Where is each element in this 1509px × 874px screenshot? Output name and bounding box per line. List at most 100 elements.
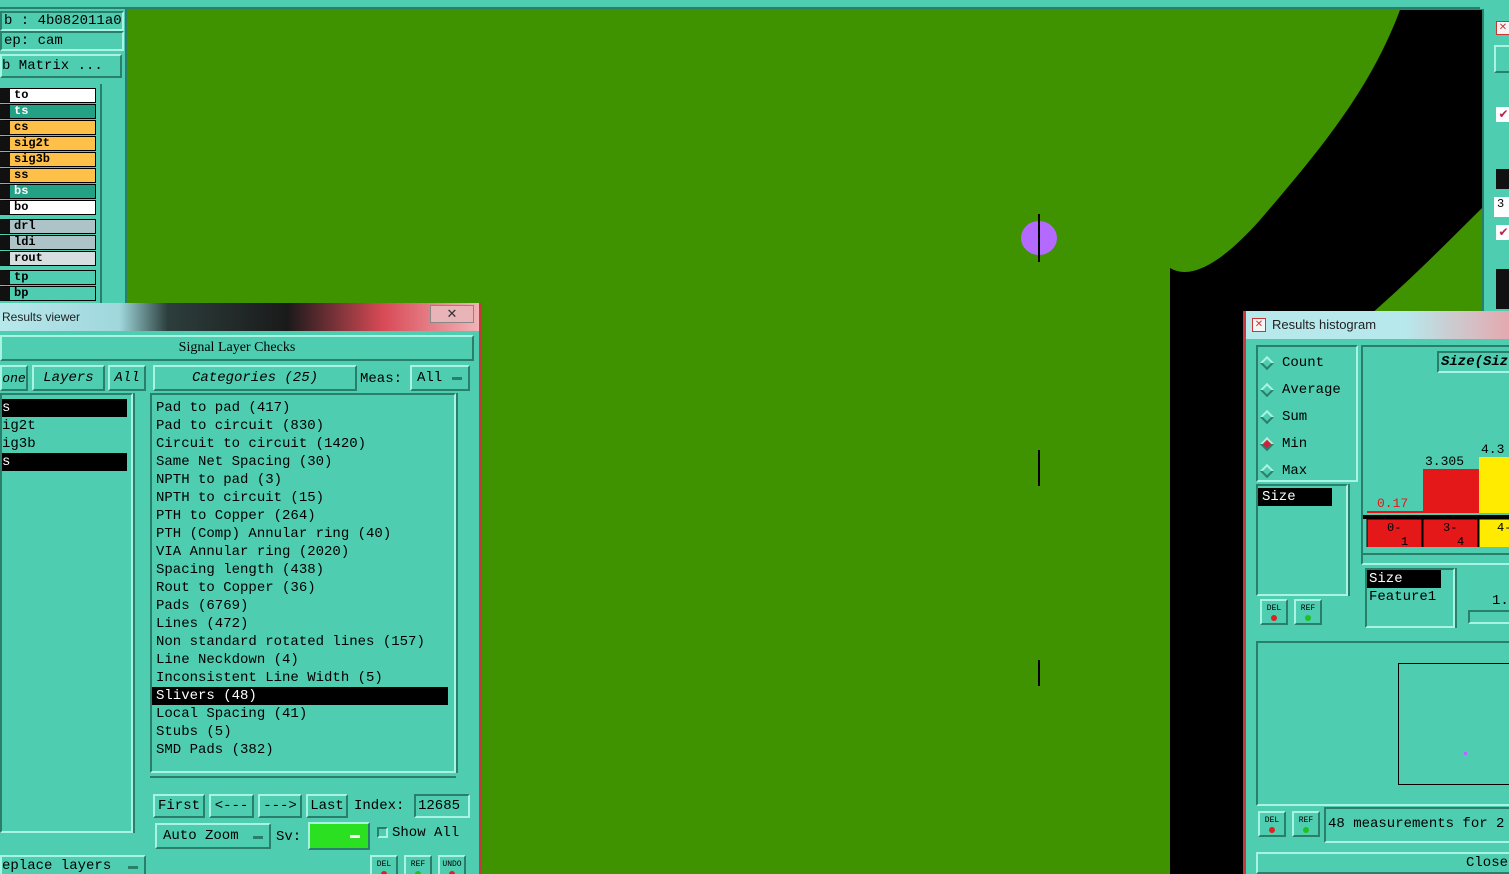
- category-item[interactable]: NPTH to pad (3): [152, 471, 448, 489]
- categories-button[interactable]: Categories (25): [153, 365, 357, 391]
- layer-row-bs[interactable]: bs: [0, 184, 96, 199]
- histogram-titlebar[interactable]: ✕ Results histogram: [1246, 311, 1509, 339]
- layer-row-ldi[interactable]: ldi: [0, 235, 96, 250]
- side-icon[interactable]: [1496, 289, 1509, 309]
- tab-none[interactable]: one: [0, 365, 28, 391]
- tab-all[interactable]: All: [108, 365, 146, 391]
- close-icon[interactable]: ✕: [1252, 318, 1266, 332]
- close-icon[interactable]: ✕: [1496, 21, 1509, 35]
- feature-list-item[interactable]: Feature1: [1367, 588, 1441, 606]
- last-button[interactable]: Last: [306, 794, 348, 818]
- side-button[interactable]: [1494, 45, 1509, 73]
- category-item[interactable]: Lines (472): [152, 615, 448, 633]
- category-item[interactable]: SMD Pads (382): [152, 741, 448, 759]
- check-icon[interactable]: ✔: [1496, 225, 1509, 240]
- matrix-button[interactable]: b Matrix ...: [0, 54, 122, 78]
- show-all-label: Show All: [392, 825, 460, 841]
- meas-select[interactable]: All: [410, 365, 470, 391]
- layer-row-tp[interactable]: tp: [0, 270, 96, 285]
- layer-list-scrollbar[interactable]: [100, 84, 125, 309]
- undo-button[interactable]: UNDO: [438, 855, 466, 874]
- results-viewer-titlebar[interactable]: Results viewer ✕: [0, 303, 479, 331]
- hist-del-button[interactable]: DEL: [1260, 599, 1288, 625]
- status-ref-button[interactable]: REF: [1292, 811, 1320, 837]
- category-item[interactable]: Non standard rotated lines (157): [152, 633, 448, 651]
- feature-list-scrollbar[interactable]: [1455, 568, 1467, 628]
- category-item[interactable]: Inconsistent Line Width (5): [152, 669, 448, 687]
- index-input[interactable]: [414, 794, 470, 818]
- layer-result-item[interactable]: s: [2, 453, 127, 471]
- layer-row-to[interactable]: to: [0, 88, 96, 103]
- layer-row-ss[interactable]: ss: [0, 168, 96, 183]
- sv-color-select[interactable]: [308, 822, 370, 850]
- step-line: ep: cam: [0, 31, 124, 51]
- option-sum[interactable]: Sum: [1258, 403, 1356, 430]
- hist-del-label: DEL: [1266, 603, 1282, 613]
- ref-button[interactable]: REF: [404, 855, 432, 874]
- layer-result-item[interactable]: ig2t: [2, 417, 127, 435]
- radio-icon: [1259, 436, 1275, 451]
- layer-row-bo[interactable]: bo: [0, 200, 96, 215]
- option-count[interactable]: Count: [1258, 349, 1356, 376]
- category-item[interactable]: Circuit to circuit (1420): [152, 435, 448, 453]
- side-field[interactable]: 3: [1494, 197, 1509, 217]
- layer-results-list[interactable]: s ig2t ig3b s: [0, 393, 133, 833]
- status-del-button[interactable]: DEL: [1258, 811, 1286, 837]
- tab-layers[interactable]: Layers: [32, 365, 105, 391]
- layer-row-sig3b[interactable]: sig3b: [0, 152, 96, 167]
- category-item[interactable]: Local Spacing (41): [152, 705, 448, 723]
- category-item[interactable]: VIA Annular ring (2020): [152, 543, 448, 561]
- auto-zoom-select[interactable]: Auto Zoom: [155, 823, 271, 849]
- prev-button[interactable]: <---: [209, 794, 254, 818]
- option-max[interactable]: Max: [1258, 457, 1356, 484]
- first-button[interactable]: First: [153, 794, 205, 818]
- layer-row-bp[interactable]: bp: [0, 286, 96, 301]
- option-min[interactable]: Min: [1258, 430, 1356, 457]
- status-del-label: DEL: [1264, 815, 1280, 825]
- preview-frame[interactable]: [1398, 663, 1509, 785]
- replace-layers-select[interactable]: eplace layers: [0, 855, 146, 874]
- check-icon[interactable]: ✔: [1496, 107, 1509, 122]
- layer-result-item[interactable]: ig3b: [2, 435, 127, 453]
- side-icon[interactable]: [1496, 169, 1509, 189]
- category-item[interactable]: Pad to circuit (830): [152, 417, 448, 435]
- category-item[interactable]: Slivers (48): [152, 687, 448, 705]
- categories-list[interactable]: Pad to pad (417) Pad to circuit (830) Circ…: [150, 393, 456, 773]
- layer-results-scrollbar[interactable]: [133, 393, 147, 833]
- layer-row-sig2t[interactable]: sig2t: [0, 136, 96, 151]
- category-item[interactable]: Pads (6769): [152, 597, 448, 615]
- category-item[interactable]: Same Net Spacing (30): [152, 453, 448, 471]
- categories-hscrollbar[interactable]: [150, 776, 456, 790]
- category-item[interactable]: Line Neckdown (4): [152, 651, 448, 669]
- category-item[interactable]: NPTH to circuit (15): [152, 489, 448, 507]
- feature-list-item[interactable]: Size: [1367, 570, 1441, 588]
- layer-row-drl[interactable]: drl: [0, 219, 96, 234]
- layer-result-item[interactable]: s: [2, 399, 127, 417]
- value-slider[interactable]: [1468, 610, 1509, 624]
- category-item[interactable]: Rout to Copper (36): [152, 579, 448, 597]
- category-item[interactable]: PTH to Copper (264): [152, 507, 448, 525]
- dropdown-icon: [128, 866, 138, 869]
- del-button[interactable]: DEL: [370, 855, 398, 874]
- side-icon[interactable]: [1496, 269, 1509, 289]
- measure-list-scrollbar[interactable]: [1348, 484, 1360, 596]
- layer-row-ts[interactable]: ts: [0, 104, 96, 119]
- category-item[interactable]: PTH (Comp) Annular ring (40): [152, 525, 448, 543]
- chart-hscrollbar[interactable]: [1363, 553, 1509, 563]
- measure-list[interactable]: Size: [1256, 484, 1348, 596]
- categories-scrollbar[interactable]: [456, 393, 472, 773]
- radio-icon: [1259, 355, 1275, 370]
- category-item[interactable]: Stubs (5): [152, 723, 448, 741]
- measure-list-item[interactable]: Size: [1258, 488, 1332, 506]
- hist-ref-button[interactable]: REF: [1294, 599, 1322, 625]
- close-icon[interactable]: ✕: [430, 305, 474, 323]
- layer-row-rout[interactable]: rout: [0, 251, 96, 266]
- next-button[interactable]: --->: [258, 794, 302, 818]
- category-item[interactable]: Spacing length (438): [152, 561, 448, 579]
- layer-row-cs[interactable]: cs: [0, 120, 96, 135]
- option-average[interactable]: Average: [1258, 376, 1356, 403]
- category-item[interactable]: Pad to pad (417): [152, 399, 448, 417]
- feature-list[interactable]: Size Feature1: [1365, 568, 1455, 628]
- histogram-close-button[interactable]: Close: [1256, 852, 1509, 874]
- show-all-checkbox[interactable]: [377, 827, 388, 838]
